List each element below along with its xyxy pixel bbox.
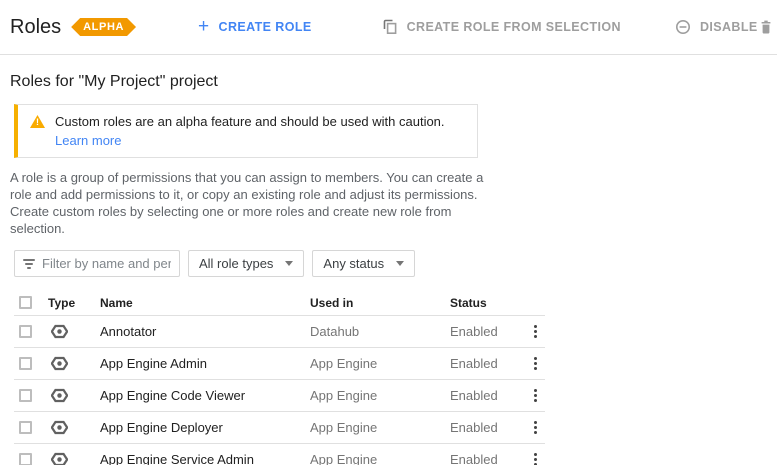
filter-input[interactable] [42, 256, 171, 271]
caret-down-icon [285, 261, 294, 266]
select-all-checkbox[interactable] [19, 296, 32, 309]
role-used-in: App Engine [310, 420, 378, 435]
table-row[interactable]: App Engine Code Viewer App Engine Enable… [14, 380, 545, 412]
row-checkbox[interactable] [19, 389, 32, 402]
row-menu-button[interactable] [532, 387, 539, 404]
delete-button[interactable]: DELETE [758, 19, 777, 35]
role-type-dropdown[interactable]: All role types [188, 250, 305, 277]
warning-text: Custom roles are an alpha feature and sh… [55, 114, 445, 129]
status-dropdown[interactable]: Any status [312, 250, 416, 277]
toolbar: Roles ALPHA + CREATE ROLE CREATE ROLE FR… [0, 0, 777, 55]
role-type-icon [51, 388, 68, 403]
row-checkbox[interactable] [19, 453, 32, 465]
role-type-icon [51, 324, 68, 339]
filter-input-container [14, 250, 180, 277]
header-name: Name [100, 295, 133, 310]
role-type-selected: All role types [199, 256, 274, 271]
table-header-row: Type Name Used in Status [14, 290, 545, 316]
alpha-warning-banner: Custom roles are an alpha feature and sh… [14, 104, 478, 158]
row-menu-button[interactable] [532, 355, 539, 372]
row-menu-button[interactable] [532, 451, 539, 465]
status-selected: Any status [323, 256, 385, 271]
alpha-badge: ALPHA [71, 18, 136, 36]
role-used-in: App Engine [310, 452, 378, 465]
row-checkbox[interactable] [19, 357, 32, 370]
disable-label: DISABLE [699, 20, 758, 34]
role-status: Enabled [450, 388, 498, 403]
trash-icon [761, 20, 771, 34]
row-checkbox[interactable] [19, 421, 32, 434]
create-role-from-selection-label: CREATE ROLE FROM SELECTION [406, 20, 621, 34]
role-name: App Engine Admin [100, 356, 207, 371]
header-used-in: Used in [310, 295, 354, 310]
role-type-icon [51, 452, 68, 465]
learn-more-link[interactable]: Learn more [55, 131, 445, 150]
create-role-from-selection-button[interactable]: CREATE ROLE FROM SELECTION [382, 19, 621, 35]
role-type-icon [51, 420, 68, 435]
table-row[interactable]: App Engine Service Admin App Engine Enab… [14, 444, 545, 465]
row-menu-button[interactable] [532, 419, 539, 436]
role-used-in: Datahub [310, 324, 360, 339]
table-row[interactable]: App Engine Admin App Engine Enabled [14, 348, 545, 380]
role-name: App Engine Code Viewer [100, 388, 246, 403]
role-status: Enabled [450, 356, 498, 371]
table-row[interactable]: Annotator Datahub Enabled [14, 316, 545, 348]
create-role-label: CREATE ROLE [218, 20, 312, 34]
role-used-in: App Engine [310, 356, 378, 371]
role-name: App Engine Service Admin [100, 452, 254, 465]
roles-description: A role is a group of permissions that yo… [10, 170, 484, 236]
page-heading: Roles for "My Project" project [10, 73, 218, 90]
role-used-in: App Engine [310, 388, 378, 403]
roles-page: Roles for "My Project" project Custom ro… [0, 73, 777, 465]
caret-down-icon [396, 261, 405, 266]
table-row[interactable]: App Engine Deployer App Engine Enabled [14, 412, 545, 444]
filter-funnel-icon [23, 258, 35, 269]
role-status: Enabled [450, 324, 498, 339]
role-status: Enabled [450, 452, 498, 465]
row-menu-button[interactable] [532, 323, 539, 340]
header-type: Type [48, 295, 76, 310]
role-name: Annotator [100, 324, 157, 339]
warning-triangle-icon [30, 115, 45, 128]
create-role-button[interactable]: + CREATE ROLE [198, 16, 312, 37]
filter-bar: All role types Any status [14, 250, 777, 277]
disable-button[interactable]: DISABLE [675, 19, 758, 35]
row-checkbox[interactable] [19, 325, 32, 338]
circle-minus-icon [675, 20, 690, 34]
role-name: App Engine Deployer [100, 420, 223, 435]
page-title: Roles [10, 15, 62, 38]
role-status: Enabled [450, 420, 498, 435]
header-status: Status [450, 295, 487, 310]
roles-table: Type Name Used in Status Annotator Datah… [14, 290, 545, 465]
plus-icon: + [198, 16, 210, 37]
copy-icon [383, 19, 396, 35]
role-type-icon [51, 356, 68, 371]
